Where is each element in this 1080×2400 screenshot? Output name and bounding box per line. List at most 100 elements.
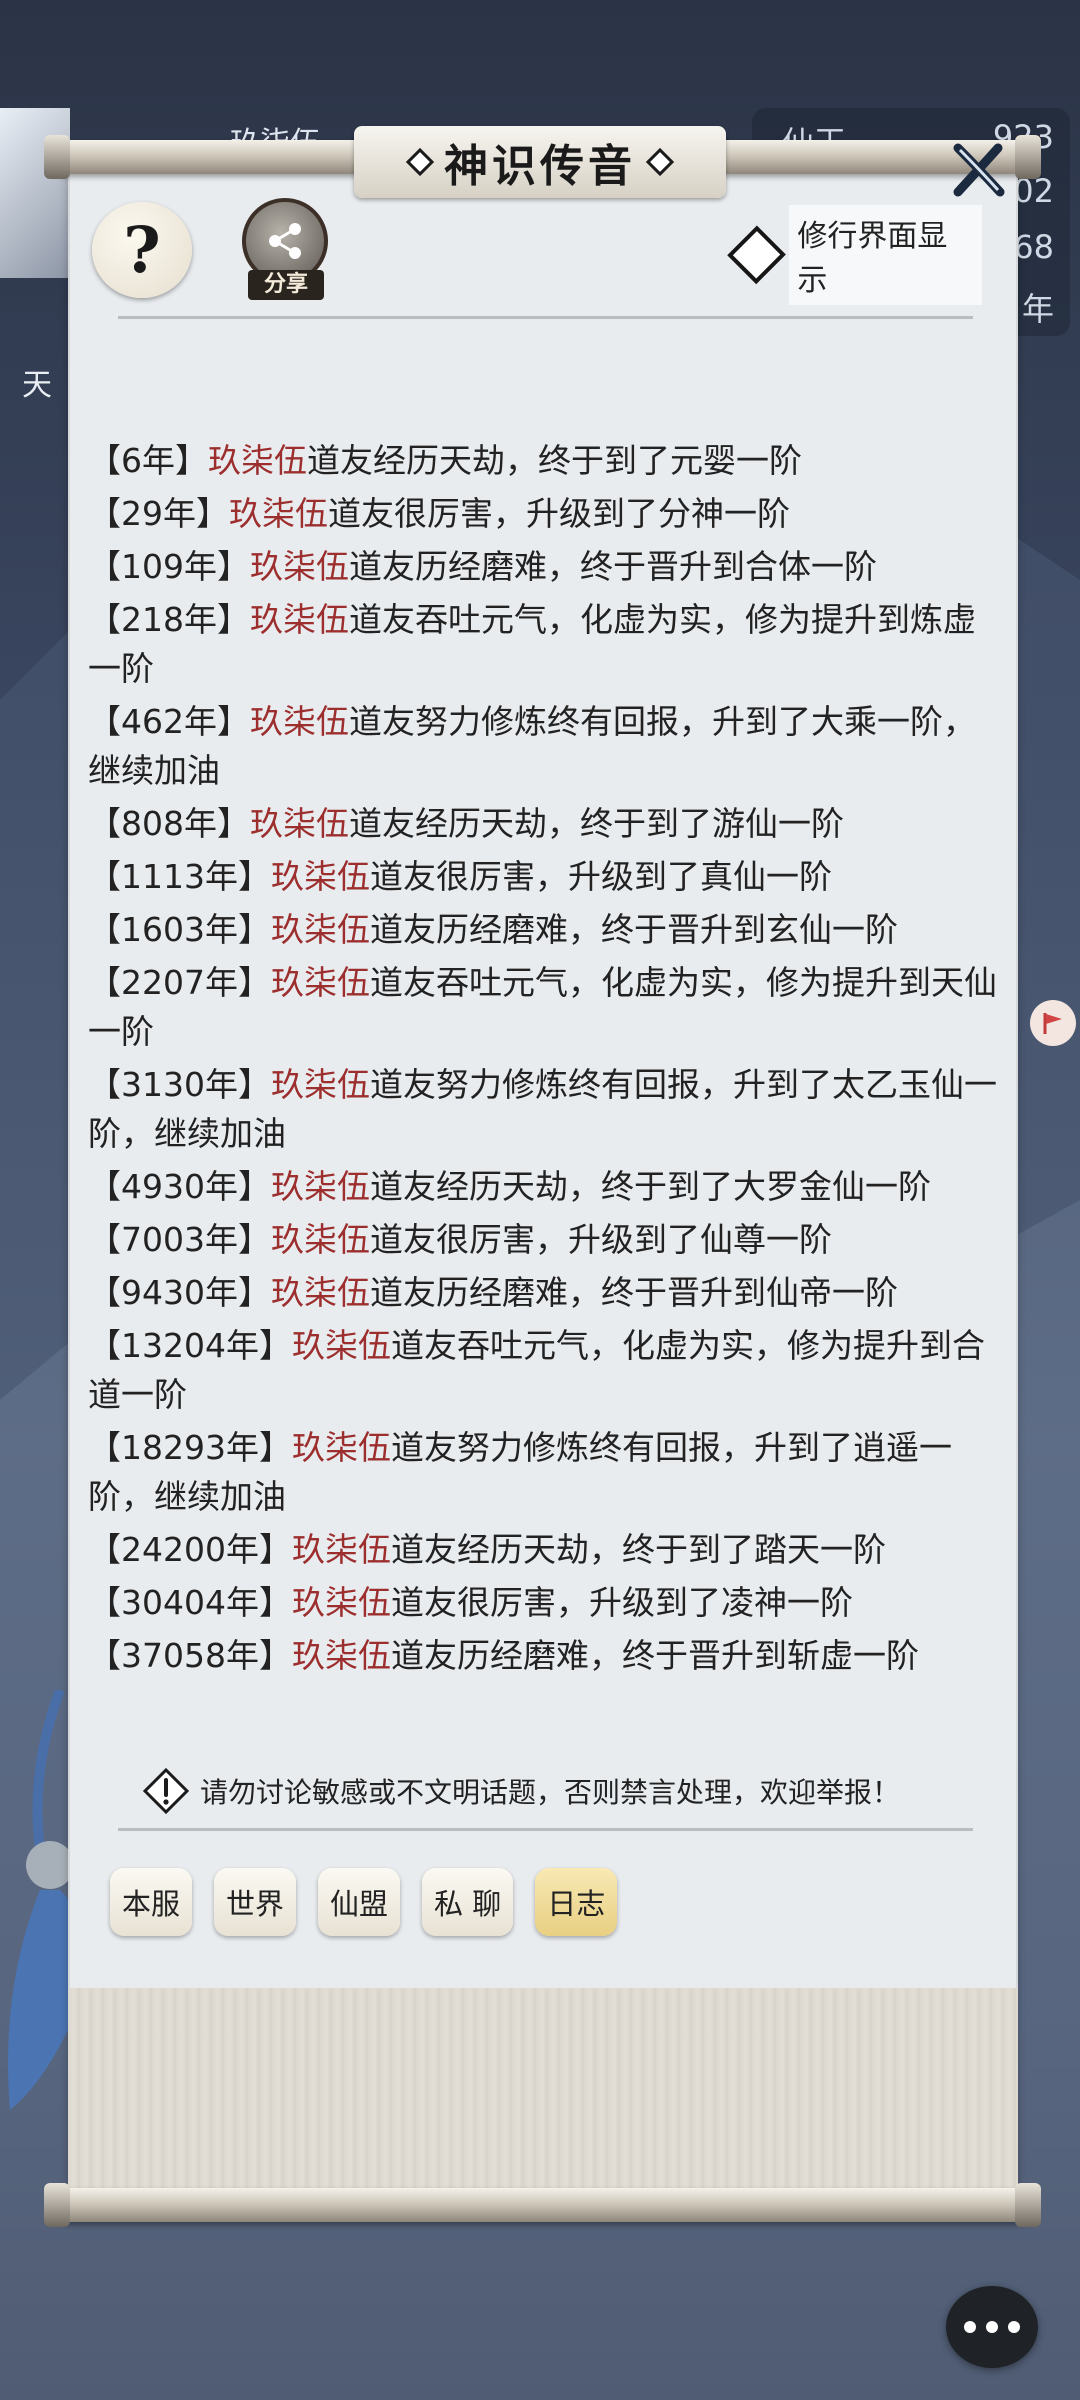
log-entry: 【24200年】玖柒伍道友经历天劫，终于到了踏天一阶 [88, 1525, 998, 1574]
log-entry: 【4930年】玖柒伍道友经历天劫，终于到了大罗金仙一阶 [88, 1162, 998, 1211]
log-entry: 【30404年】玖柒伍道友很厉害，升级到了凌神一阶 [88, 1578, 998, 1627]
divider [118, 1828, 973, 1831]
log-year: 【218年】 [88, 600, 250, 639]
log-player-name[interactable]: 玖柒伍 [271, 963, 370, 1002]
scroll-rod-bottom [44, 2183, 1041, 2227]
log-entry: 【37058年】玖柒伍道友历经磨难，终于晋升到斩虚一阶 [88, 1631, 998, 1680]
log-entry: 【29年】玖柒伍道友很厉害，升级到了分神一阶 [88, 489, 998, 538]
rod-cap [1015, 135, 1041, 179]
log-text: 道友历经磨难，终于晋升到玄仙一阶 [369, 910, 898, 949]
log-entry: 【462年】玖柒伍道友努力修炼终有回报，升到了大乘一阶，继续加油 [88, 697, 998, 795]
log-entry: 【6年】玖柒伍道友经历天劫，终于到了元婴一阶 [88, 436, 998, 485]
tab-local-server[interactable]: 本服 [110, 1868, 193, 1936]
log-player-name[interactable]: 玖柒伍 [292, 1583, 391, 1622]
player-avatar[interactable] [0, 108, 70, 278]
channel-tabs: 本服 世界 仙盟 私 聊 日志 [110, 1868, 618, 1936]
log-player-name[interactable]: 玖柒伍 [250, 804, 349, 843]
log-entry: 【1113年】玖柒伍道友很厉害，升级到了真仙一阶 [88, 852, 998, 901]
log-year: 【29年】 [88, 494, 229, 533]
practice-display-toggle[interactable]: 修行界面显示 [722, 205, 982, 305]
log-entry: 【1603年】玖柒伍道友历经磨难，终于晋升到玄仙一阶 [88, 905, 998, 954]
side-menu-label[interactable]: 天 [22, 360, 52, 404]
flag-icon[interactable] [1030, 1000, 1076, 1046]
rod-cap [44, 2183, 70, 2227]
resource-value: 68 [1013, 228, 1054, 266]
log-year: 【18293年】 [88, 1428, 292, 1467]
checkbox-diamond-icon[interactable] [727, 225, 787, 285]
log-text: 道友很厉害，升级到了仙尊一阶 [369, 1220, 832, 1259]
log-year: 【4930年】 [88, 1167, 271, 1206]
log-player-name[interactable]: 玖柒伍 [229, 494, 328, 533]
close-icon [953, 143, 1005, 197]
log-year: 【2207年】 [88, 963, 271, 1002]
log-player-name[interactable]: 玖柒伍 [292, 1530, 391, 1569]
log-year: 【9430年】 [88, 1273, 271, 1312]
help-button[interactable]: ? [92, 202, 192, 298]
dot-icon [1008, 2321, 1020, 2333]
dialog-title: 神识传音 [444, 141, 636, 192]
log-year: 【1113年】 [88, 857, 271, 896]
log-player-name[interactable]: 玖柒伍 [292, 1428, 391, 1467]
log-entry: 【9430年】玖柒伍道友历经磨难，终于晋升到仙帝一阶 [88, 1268, 998, 1317]
log-year: 【3130年】 [88, 1065, 271, 1104]
log-entry: 【18293年】玖柒伍道友努力修炼终有回报，升到了逍遥一阶，继续加油 [88, 1423, 998, 1521]
log-year: 【808年】 [88, 804, 250, 843]
share-icon [269, 223, 301, 259]
log-player-name[interactable]: 玖柒伍 [250, 702, 349, 741]
log-player-name[interactable]: 玖柒伍 [271, 857, 370, 896]
log-player-name[interactable]: 玖柒伍 [271, 910, 370, 949]
dialog-title-plate: 神识传音 [354, 126, 726, 198]
log-player-name[interactable]: 玖柒伍 [271, 1065, 370, 1104]
diamond-ornament-icon [645, 147, 675, 177]
log-text: 道友很厉害，升级到了真仙一阶 [369, 857, 832, 896]
log-year: 【37058年】 [88, 1636, 292, 1675]
log-text: 道友经历天劫，终于到了大罗金仙一阶 [369, 1167, 931, 1206]
warning-text: 请勿讨论敏感或不文明话题，否则禁言处理，欢迎举报！ [200, 1776, 901, 1809]
log-text: 道友历经磨难，终于晋升到斩虚一阶 [390, 1636, 919, 1675]
warning-icon [142, 1767, 190, 1815]
log-player-name[interactable]: 玖柒伍 [292, 1636, 391, 1675]
toggle-label: 修行界面显示 [789, 205, 982, 305]
log-player-name[interactable]: 玖柒伍 [292, 1326, 391, 1365]
rod-cap [1015, 2183, 1041, 2227]
log-year: 【109年】 [88, 547, 250, 586]
divider [118, 316, 973, 319]
resource-value: 年 [1021, 290, 1054, 328]
log-entry: 【7003年】玖柒伍道友很厉害，升级到了仙尊一阶 [88, 1215, 998, 1264]
dot-icon [986, 2321, 998, 2333]
chat-button[interactable] [946, 2286, 1038, 2368]
log-player-name[interactable]: 玖柒伍 [271, 1273, 370, 1312]
log-text: 道友很厉害，升级到了凌神一阶 [390, 1583, 853, 1622]
log-entry: 【109年】玖柒伍道友历经磨难，终于晋升到合体一阶 [88, 542, 998, 591]
log-list[interactable]: 【6年】玖柒伍道友经历天劫，终于到了元婴一阶 【29年】玖柒伍道友很厉害，升级到了… [88, 436, 998, 1684]
log-year: 【1603年】 [88, 910, 271, 949]
log-year: 【7003年】 [88, 1220, 271, 1259]
log-player-name[interactable]: 玖柒伍 [271, 1167, 370, 1206]
dot-icon [964, 2321, 976, 2333]
log-text: 道友历经磨难，终于晋升到合体一阶 [349, 547, 877, 586]
log-year: 【462年】 [88, 702, 250, 741]
share-label: 分享 [248, 270, 324, 300]
log-text: 道友很厉害，升级到了分神一阶 [328, 494, 790, 533]
log-year: 【6年】 [88, 441, 208, 480]
log-player-name[interactable]: 玖柒伍 [271, 1220, 370, 1259]
tab-private-chat[interactable]: 私 聊 [422, 1868, 514, 1936]
log-text: 道友经历天劫，终于到了游仙一阶 [349, 804, 844, 843]
warning-notice: 请勿讨论敏感或不文明话题，否则禁言处理，欢迎举报！ [142, 1766, 982, 1816]
log-player-name[interactable]: 玖柒伍 [250, 600, 349, 639]
log-entry: 【808年】玖柒伍道友经历天劫，终于到了游仙一阶 [88, 799, 998, 848]
tab-alliance[interactable]: 仙盟 [318, 1868, 401, 1936]
log-text: 道友历经磨难，终于晋升到仙帝一阶 [369, 1273, 898, 1312]
log-text: 道友经历天劫，终于到了踏天一阶 [390, 1530, 886, 1569]
close-button[interactable] [948, 140, 1008, 200]
log-entry: 【218年】玖柒伍道友吞吐元气，化虚为实，修为提升到炼虚一阶 [88, 595, 998, 693]
log-entry: 【3130年】玖柒伍道友努力修炼终有回报，升到了太乙玉仙一阶，继续加油 [88, 1060, 998, 1158]
tab-log[interactable]: 日志 [535, 1868, 618, 1936]
tab-world[interactable]: 世界 [214, 1868, 297, 1936]
diamond-ornament-icon [405, 147, 435, 177]
log-year: 【24200年】 [88, 1530, 292, 1569]
log-player-name[interactable]: 玖柒伍 [250, 547, 349, 586]
log-player-name[interactable]: 玖柒伍 [208, 441, 307, 480]
log-entry: 【13204年】玖柒伍道友吞吐元气，化虚为实，修为提升到合道一阶 [88, 1321, 998, 1419]
share-button[interactable]: 分享 [238, 198, 334, 308]
